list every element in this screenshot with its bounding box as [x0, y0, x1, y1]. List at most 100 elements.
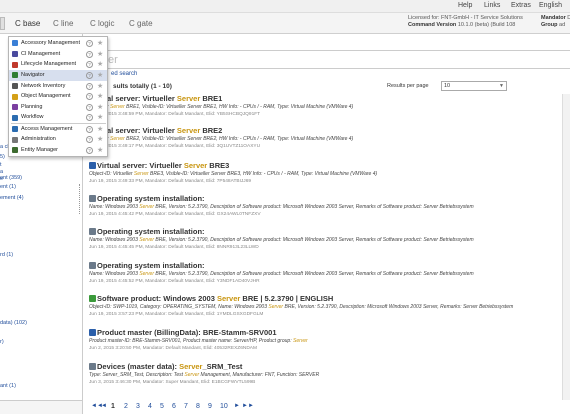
favorite-star-icon[interactable]: ★ — [97, 39, 103, 47]
menu-item-label: Planning — [21, 103, 43, 110]
result-title-text: rtual server: Virtueller — [97, 94, 177, 103]
menu-item-navigator[interactable]: Navigator? ★ — [9, 70, 107, 81]
help-icon[interactable]: ? — [86, 125, 93, 133]
favorite-star-icon[interactable]: ★ — [97, 60, 103, 68]
help-icon[interactable]: ? — [86, 61, 93, 68]
tab-c-line[interactable]: C line — [53, 19, 73, 28]
entity-manager-icon — [12, 147, 18, 153]
result-title-highlight: Server — [216, 294, 241, 303]
sidebar-item[interactable]: data) (102) — [0, 320, 27, 326]
result-title-link[interactable]: Virtual server: Virtueller Server BRE3 — [97, 161, 229, 170]
result-details-text: BRE, Version: 5.2.3790, Description of S… — [154, 237, 474, 243]
menu-item-label: Access Management — [21, 125, 73, 132]
result-title-link[interactable]: rtual server: Virtueller Server BRE1 — [97, 94, 222, 103]
page-link-7[interactable]: 7 — [184, 403, 188, 410]
result-title-link[interactable]: Operating system installation: — [97, 194, 205, 203]
favorite-star-icon[interactable]: ★ — [97, 103, 103, 111]
extras-link[interactable]: Extras — [511, 2, 531, 9]
page-link-6[interactable]: 6 — [172, 403, 176, 410]
links-link[interactable]: Links — [484, 2, 500, 9]
help-icon[interactable]: ? — [86, 50, 93, 58]
menu-toggle-button[interactable] — [0, 17, 5, 30]
results-scrollbar[interactable] — [562, 94, 570, 400]
language-link[interactable]: English — [539, 2, 562, 9]
prev-page-button[interactable]: ◄ — [101, 403, 107, 409]
sidebar-footer — [0, 400, 82, 414]
result-details: Virtueller Server BRE1, Visible-ID: Virt… — [89, 104, 353, 110]
page-link-3[interactable]: 3 — [136, 403, 140, 410]
menu-item-lifecycle-management[interactable]: Lifecycle Management? ★ — [9, 60, 107, 71]
menu-item-administration[interactable]: Administration? ★ — [9, 135, 107, 146]
advanced-search-link[interactable]: ed search — [111, 71, 137, 77]
page-link-4[interactable]: 4 — [148, 403, 152, 410]
result-title-highlight: Server — [179, 362, 203, 371]
results-per-page-label: Results per page — [387, 83, 429, 89]
menu-item-entity-manager[interactable]: Entity Manager? ★ — [9, 145, 107, 156]
product-master-icon — [89, 329, 96, 336]
page-link-1[interactable]: 1 — [111, 403, 115, 410]
result-title-text: Virtual server: Virtueller — [97, 161, 184, 170]
page-link-10[interactable]: 10 — [220, 403, 228, 410]
help-icon[interactable]: ? — [86, 82, 93, 90]
sidebar-item[interactable]: rd (1) — [0, 252, 13, 258]
menu-item-ci-management[interactable]: CI Management? ★ — [9, 49, 107, 60]
favorite-star-icon[interactable]: ★ — [97, 125, 103, 133]
results-per-page-select[interactable]: 10 ▼ — [441, 81, 507, 91]
gear-icon — [89, 195, 96, 202]
favorite-star-icon[interactable]: ★ — [97, 92, 103, 100]
result-title-link[interactable]: Operating system installation: — [97, 261, 205, 270]
help-link[interactable]: Help — [458, 2, 472, 9]
help-icon[interactable]: ? — [86, 39, 93, 47]
sidebar-item[interactable]: ant (1) — [0, 383, 16, 389]
favorite-star-icon[interactable]: ★ — [97, 146, 103, 154]
page-link-9[interactable]: 9 — [208, 403, 212, 410]
search-box[interactable]: er — [87, 50, 570, 69]
result-title-link[interactable]: Software product: Windows 2003 Server BR… — [97, 294, 333, 303]
help-icon[interactable]: ? — [86, 71, 93, 79]
result-title-link[interactable]: Product master (BillingData): BRE-Stamm-… — [97, 328, 276, 337]
favorite-star-icon[interactable]: ★ — [97, 82, 103, 90]
tab-c-base[interactable]: C base — [15, 19, 40, 28]
result-item: rtual server: Virtueller Server BRE1Virt… — [84, 94, 570, 124]
workflow-icon — [12, 114, 18, 121]
sidebar-item[interactable]: ent (1) — [0, 184, 16, 190]
sidebar-resize-handle[interactable] — [79, 184, 82, 214]
license-info: Licensed for: FNT-GmbH - IT Service Solu… — [408, 15, 523, 28]
sidebar-item[interactable]: r) — [0, 339, 4, 345]
result-meta: Jun 19, 2015 4:45:45 PM, Mandator: Defau… — [89, 244, 259, 250]
tab-c-logic[interactable]: C logic — [90, 19, 114, 28]
next-page-button[interactable]: ► — [234, 403, 240, 409]
favorite-star-icon[interactable]: ★ — [97, 50, 103, 58]
favorite-star-icon[interactable]: ★ — [97, 135, 103, 143]
sidebar-item[interactable]: ement (4) — [0, 195, 24, 201]
help-icon[interactable]: ? — [86, 146, 93, 154]
menu-item-access-management[interactable]: Access Management? ★ — [9, 124, 107, 135]
help-icon[interactable]: ? — [86, 114, 93, 121]
help-icon[interactable]: ? — [86, 136, 93, 143]
result-details-text: BRE, Version: 5.2.3790, Description of S… — [154, 204, 474, 210]
menu-item-workflow[interactable]: Workflow? ★ — [9, 113, 107, 124]
last-page-button[interactable]: ►► — [242, 403, 254, 409]
menu-item-accessory-management[interactable]: Accessory Management? ★ — [9, 38, 107, 49]
sidebar-item[interactable]: ent (359) — [0, 175, 22, 181]
page-link-2[interactable]: 2 — [124, 403, 128, 410]
result-title-link[interactable]: Devices (master data): Server_SRM_Test — [97, 362, 242, 371]
page-link-8[interactable]: 8 — [196, 403, 200, 410]
sidebar-item[interactable]: t — [0, 162, 2, 168]
lifecycle-management-icon — [12, 61, 18, 68]
page-link-5[interactable]: 5 — [160, 403, 164, 410]
favorite-star-icon[interactable]: ★ — [97, 113, 103, 121]
tab-c-gate[interactable]: C gate — [129, 19, 153, 28]
menu-item-network-inventory[interactable]: Network Inventory? ★ — [9, 81, 107, 92]
result-title-link[interactable]: rtual server: Virtueller Server BRE2 — [97, 126, 222, 135]
result-item: Product master (BillingData): BRE-Stamm-… — [84, 328, 570, 358]
help-icon[interactable]: ? — [86, 93, 93, 100]
help-icon[interactable]: ? — [86, 103, 93, 111]
sidebar-item[interactable]: 5) — [0, 154, 5, 160]
menu-item-object-management[interactable]: Object Management? ★ — [9, 92, 107, 103]
result-title-text: Devices (master data): — [97, 362, 180, 371]
favorite-star-icon[interactable]: ★ — [97, 71, 103, 79]
result-details-text: BRE3, Visible-ID: Virtueller Server BRE3… — [148, 171, 378, 177]
menu-item-planning[interactable]: Planning? ★ — [9, 102, 107, 113]
result-title-link[interactable]: Operating system installation: — [97, 227, 205, 236]
